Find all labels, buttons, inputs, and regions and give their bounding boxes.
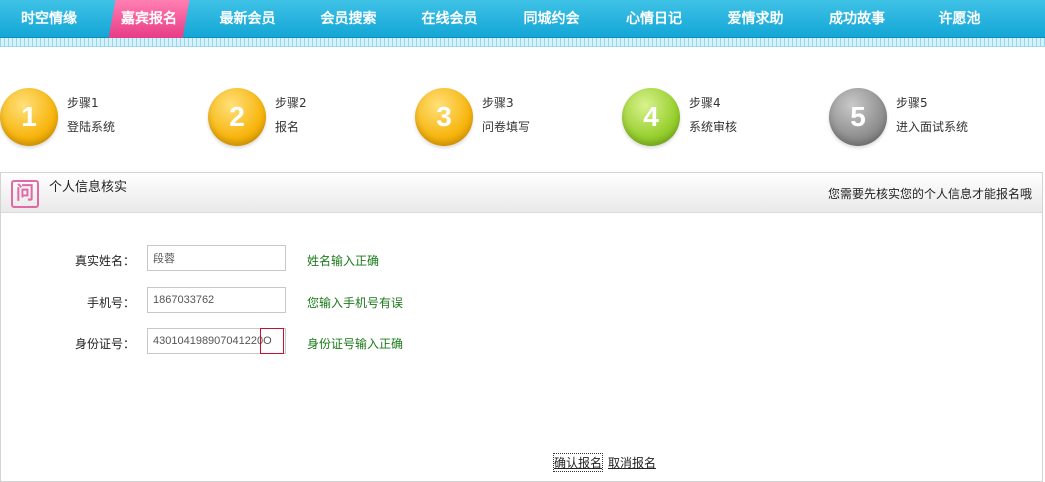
cancel-signup-link[interactable]: 取消报名 (608, 454, 656, 471)
phone-validation-msg: 您输入手机号有误 (307, 296, 404, 310)
nav-item-wishing-pool[interactable]: 许愿池 (908, 0, 1011, 38)
nav-item-local-dating[interactable]: 同城约会 (500, 0, 603, 38)
panel-header: 问 个人信息核实 您需要先核实您的个人信息才能报名哦 (1, 173, 1042, 213)
step-desc: 系统审核 (689, 120, 738, 134)
top-nav: 时空情缘 嘉宾报名 最新会员 会员搜索 在线会员 同城约会 心情日记 爱情求助 … (0, 0, 1045, 38)
phone-input[interactable] (147, 287, 286, 313)
nav-ruler-decoration (0, 38, 1045, 47)
step-desc: 问卷填写 (482, 120, 531, 134)
nav-item-online-members[interactable]: 在线会员 (399, 0, 500, 38)
nav-item-guest-signup[interactable]: 嘉宾报名 (108, 0, 190, 38)
id-validation-msg: 身份证号输入正确 (307, 337, 404, 351)
step-title: 步骤1 (67, 96, 99, 110)
step-desc: 进入面试系统 (896, 120, 969, 134)
step-number-circle: 4 (622, 88, 680, 146)
nav-item-success-stories[interactable]: 成功故事 (806, 0, 908, 38)
panel-note: 您需要先核实您的个人信息才能报名哦 (827, 187, 1032, 201)
nav-item-member-search[interactable]: 会员搜索 (298, 0, 399, 38)
nav-item-mood-diary[interactable]: 心情日记 (603, 0, 705, 38)
step-desc: 报名 (275, 120, 300, 134)
nav-item-shikong[interactable]: 时空情缘 (0, 0, 98, 38)
id-number-label: 身份证号： (74, 337, 135, 351)
step-desc: 登陆系统 (67, 120, 116, 134)
input-highlight-box (260, 328, 284, 354)
nav-item-latest-members[interactable]: 最新会员 (197, 0, 298, 38)
step-number-circle: 1 (0, 88, 58, 146)
step-title: 步骤2 (275, 96, 307, 110)
name-label: 真实姓名： (74, 254, 135, 268)
step-title: 步骤3 (482, 96, 514, 110)
real-name-input[interactable] (147, 245, 286, 271)
step-number-circle: 3 (415, 88, 473, 146)
panel-title: 个人信息核实 (49, 180, 128, 195)
phone-label: 手机号： (86, 296, 135, 310)
question-icon: 问 (11, 180, 39, 208)
confirm-signup-link[interactable]: 确认报名 (552, 453, 604, 472)
nav-item-love-help[interactable]: 爱情求助 (705, 0, 806, 38)
step-number-circle: 2 (208, 88, 266, 146)
info-verify-panel: 问 个人信息核实 您需要先核实您的个人信息才能报名哦 (0, 172, 1043, 482)
name-validation-msg: 姓名输入正确 (307, 254, 380, 268)
step-number-circle: 5 (829, 88, 887, 146)
step-title: 步骤4 (689, 96, 721, 110)
step-title: 步骤5 (896, 96, 928, 110)
